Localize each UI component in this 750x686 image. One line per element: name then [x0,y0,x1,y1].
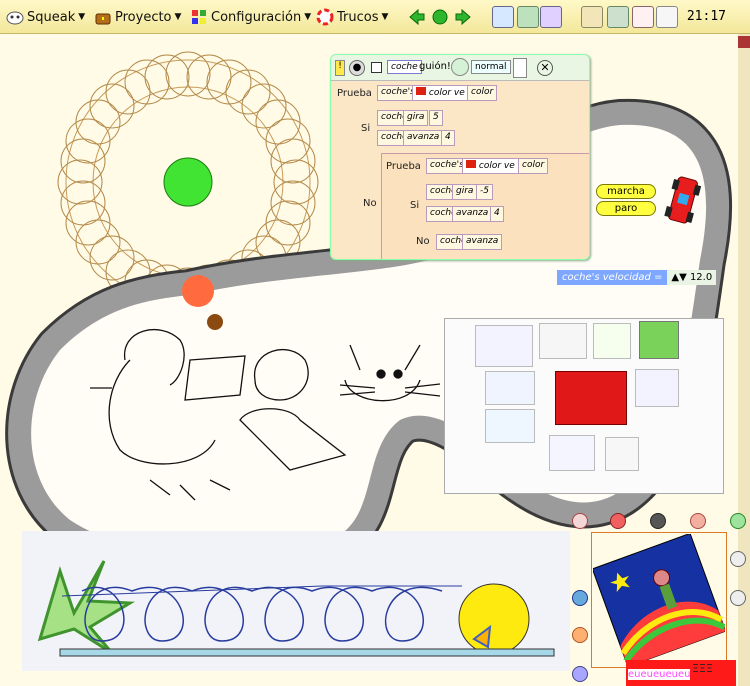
nested-test[interactable]: Prueba coche's color ve color Si coche g… [381,153,589,259]
thumbnail-6[interactable] [635,369,679,407]
thumbnail-8[interactable] [549,435,595,471]
squeak-world[interactable]: Squeak ▼ Proyecto ▼ Configuración ▼ Trucos ▼… [0,0,750,686]
brown-dot [207,314,223,330]
green-star [37,560,136,655]
projects-panel[interactable] [444,318,724,494]
mouse-picture[interactable] [593,534,725,666]
pencil-halo-icon[interactable] [730,590,746,606]
script-header: ! ● coche guión! normal ✕ [331,55,589,81]
rotate-halo-icon[interactable] [572,666,588,682]
test-label: Prueba [337,88,372,99]
red-label[interactable]: eueueueueu ΞΞΞ [626,660,736,686]
view-halo-icon[interactable] [572,590,588,606]
nested-property-label: color ve [478,161,515,171]
wrench-halo-icon[interactable] [730,551,746,567]
speed-watcher-label: coche's velocidad = [557,269,668,285]
drag-halo-icon[interactable] [690,513,706,529]
forward-command-tile[interactable]: avanza [403,130,444,146]
thumbnail-9[interactable] [605,437,639,471]
collapse-halo-icon[interactable] [572,627,588,643]
thumbnail-1[interactable] [475,325,533,367]
exclamation-icon[interactable]: ! [335,60,345,76]
red-label-symbols: ΞΞΞ [692,662,713,675]
run-status-icon[interactable]: ● [349,60,365,76]
nested-value-tile[interactable]: color [518,158,549,174]
speed-watcher: coche's velocidad = ▲▼ 12.0 [557,267,717,287]
nested-turn-value[interactable]: -5 [476,184,493,200]
forward-value-tile[interactable]: 4 [441,130,455,146]
nested-else-command[interactable]: avanza [462,234,503,250]
tick-mode[interactable]: normal [471,60,511,74]
script-editor[interactable]: ! ● coche guión! normal ✕ Prueba coche's… [330,54,590,260]
nested-forward-command[interactable]: avanza [452,206,493,222]
delete-halo-icon[interactable] [572,513,588,529]
speed-watcher-value[interactable]: ▲▼ 12.0 [667,269,717,285]
bottom-drawings [37,560,555,657]
nested-test-label: Prueba [386,161,421,172]
thumbnail-4[interactable] [639,321,679,359]
turn-value-tile[interactable]: 5 [429,110,443,126]
nested-property-tile[interactable]: color ve [462,158,519,174]
script-name[interactable]: guión! [419,61,451,72]
red-label-text: eueueueueu [628,669,691,680]
test-property-label: color ve [428,88,465,98]
test-value-tile[interactable]: color [467,85,498,101]
thumbnail-3[interactable] [593,323,631,359]
start-button[interactable]: marcha [596,184,656,199]
menu-icon[interactable] [513,58,527,78]
clock-icon[interactable] [451,58,469,76]
ground-bar [59,648,555,657]
else-label: No [363,198,377,209]
menu-halo-icon[interactable] [610,513,626,529]
duplicate-halo-icon[interactable] [730,513,746,529]
thumbnail-5[interactable] [485,371,535,405]
thumbnail-dragon[interactable] [555,371,627,425]
yellow-ball [458,583,530,655]
speed-value: 12.0 [689,271,713,283]
nested-forward-value[interactable]: 4 [490,206,504,222]
object-name-tile[interactable]: coche [387,60,422,74]
close-icon[interactable]: ✕ [537,60,553,76]
checkbox-icon[interactable] [371,62,382,73]
nested-else-label: No [416,236,430,247]
grab-halo-icon[interactable] [650,513,666,529]
orange-ball [182,275,214,307]
thumbnail-2[interactable] [539,323,587,359]
if-label: Si [361,123,371,134]
test-property-tile[interactable]: color ve [412,85,469,101]
nested-turn-command[interactable]: gira [452,184,478,200]
nested-if-label: Si [410,200,420,211]
stop-button[interactable]: paro [596,201,656,216]
turn-command-tile[interactable]: gira [403,110,429,126]
thumbnail-7[interactable] [485,409,535,443]
